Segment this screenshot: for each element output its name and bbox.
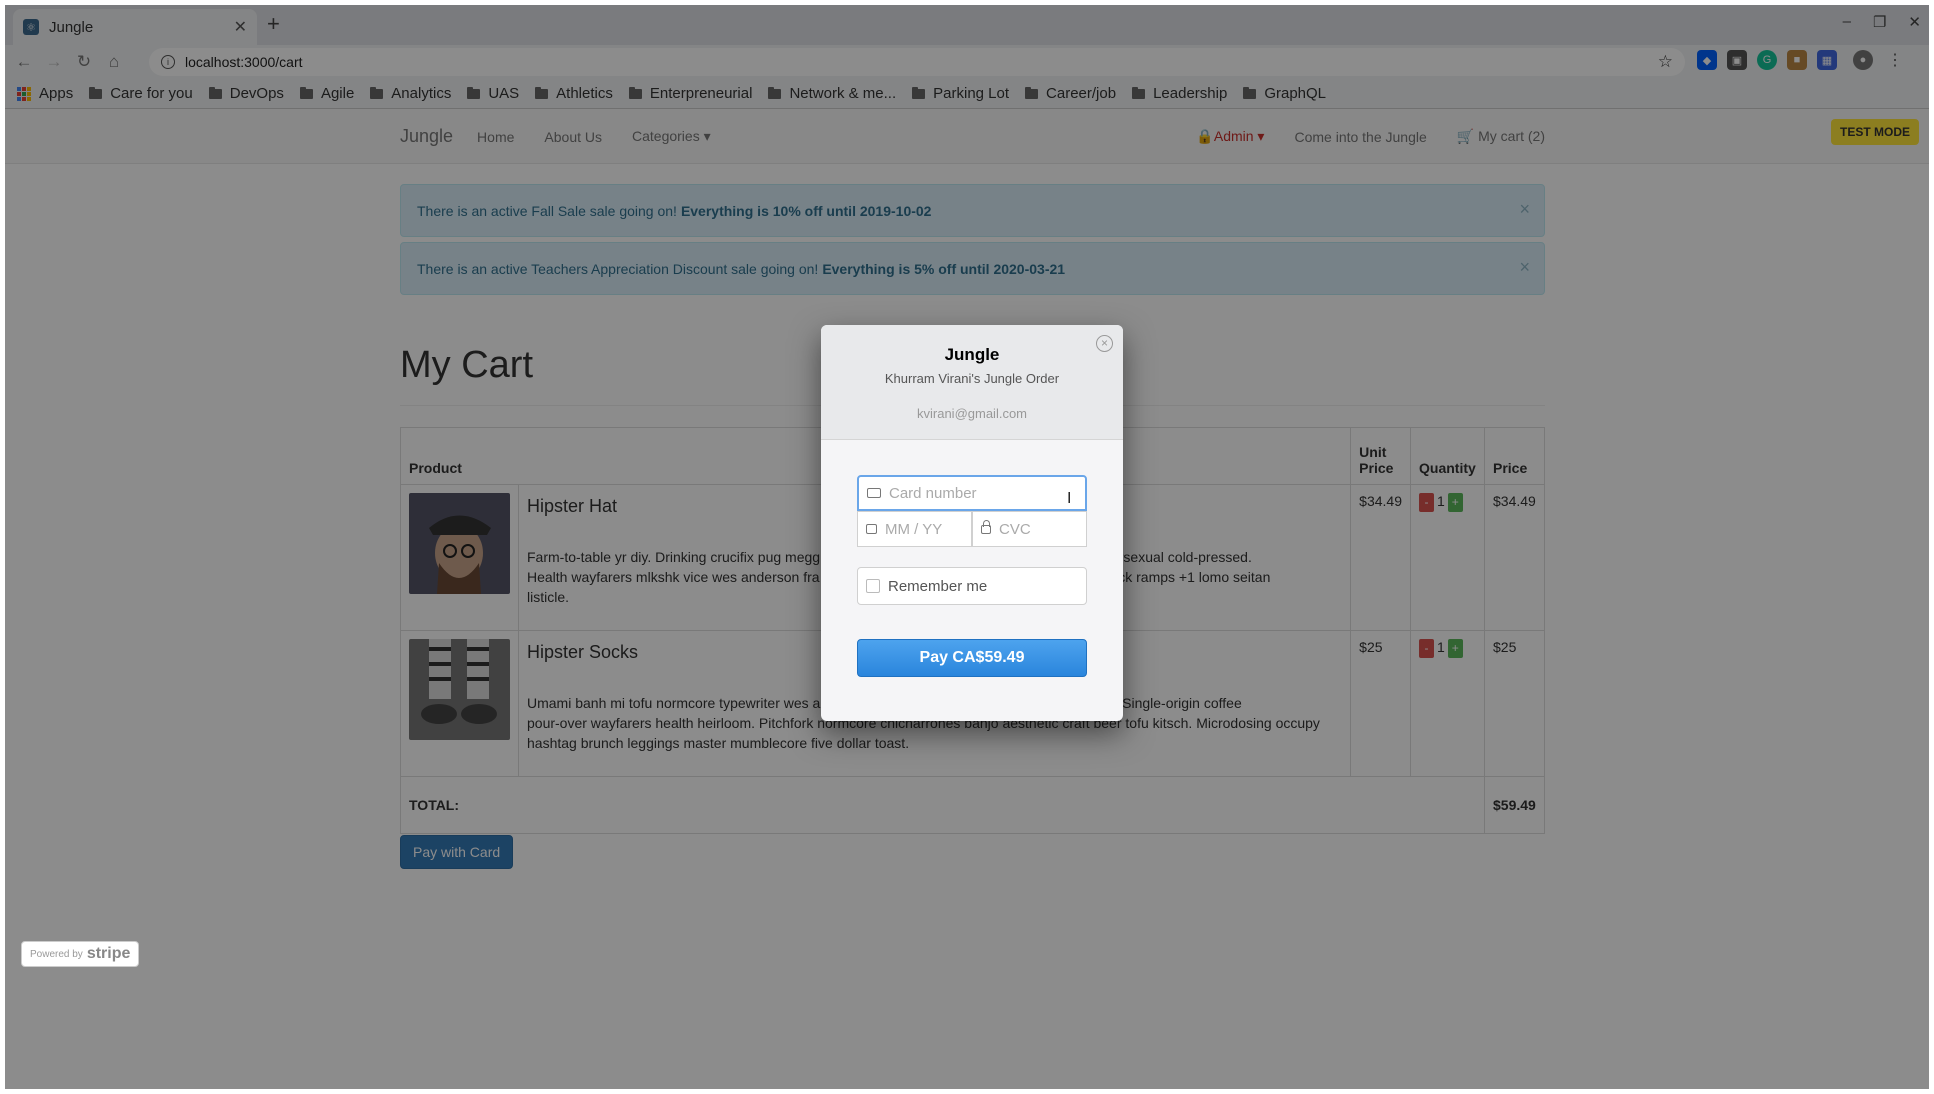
remember-me-checkbox[interactable]: Remember me — [857, 567, 1087, 605]
text-cursor-icon: I — [1067, 490, 1072, 507]
modal-header: × Jungle Khurram Virani's Jungle Order k… — [821, 325, 1123, 440]
remember-me-label: Remember me — [888, 577, 988, 595]
modal-email: kvirani@gmail.com — [917, 406, 1027, 421]
close-icon[interactable]: × — [1096, 335, 1113, 352]
cvc-placeholder: CVC — [999, 520, 1031, 538]
powered-by-stripe[interactable]: Powered by stripe — [21, 941, 140, 967]
card-number-input[interactable]: Card number — [857, 475, 1087, 511]
credit-card-icon — [867, 488, 881, 498]
card-number-placeholder: Card number — [889, 484, 977, 502]
modal-title: Jungle — [944, 345, 1000, 364]
cvc-input[interactable]: CVC — [972, 511, 1087, 547]
pay-button[interactable]: Pay CA$59.49 — [857, 639, 1087, 677]
calendar-icon — [866, 524, 877, 534]
expiry-placeholder: MM / YY — [885, 520, 943, 538]
browser-window: ⚛ Jungle ✕ + – ❐ ✕ ← → ↻ ⌂ i localhost:3… — [5, 5, 1929, 1089]
lock-icon — [981, 519, 991, 534]
checkbox-icon — [866, 579, 880, 593]
expiry-input[interactable]: MM / YY — [857, 511, 972, 547]
modal-subtitle: Khurram Virani's Jungle Order — [884, 371, 1060, 386]
stripe-checkout-modal: × Jungle Khurram Virani's Jungle Order k… — [821, 325, 1123, 721]
